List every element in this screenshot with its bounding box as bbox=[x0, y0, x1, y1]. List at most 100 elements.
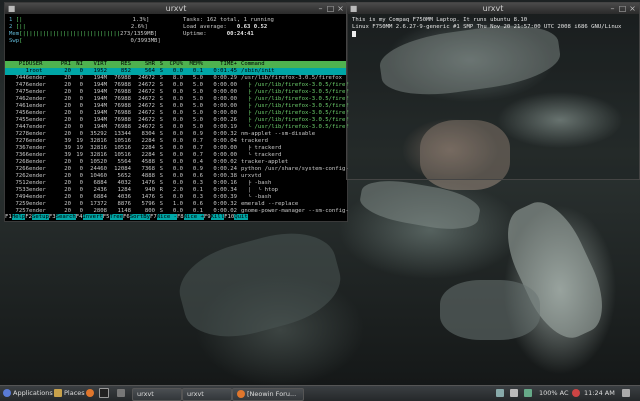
process-row[interactable]: 7456ender 20 0 194M 76988 24672 S 0.0 5.0 0:00.00… bbox=[5, 110, 349, 117]
column-header[interactable]: VIRT bbox=[83, 61, 107, 68]
column-header[interactable]: USER bbox=[29, 61, 57, 68]
firefox-launcher[interactable] bbox=[86, 388, 96, 399]
fkey-label[interactable]: Tree bbox=[109, 214, 123, 220]
power-icon[interactable] bbox=[572, 388, 582, 399]
process-row[interactable]: 7259ender 20 0 17372 8876 5796 S 1.0 0.6 0:00.32 e… bbox=[5, 201, 347, 208]
fkey-label[interactable]: Setup bbox=[31, 214, 49, 220]
process-cell: 76988 bbox=[114, 124, 131, 130]
column-header[interactable]: PRI bbox=[57, 61, 71, 68]
process-row[interactable]: 7266ender 20 0 24460 12084 7368 S 0.0 0.9 0:00.24… bbox=[5, 166, 349, 173]
clock[interactable]: 11:24 AM bbox=[584, 388, 615, 399]
fkey-label[interactable]: Search bbox=[55, 214, 76, 220]
htop-body[interactable]: 1 [| 1.3%] 2 [|| 2.6%] Mem[|||||||||||||||… bbox=[5, 14, 349, 221]
fkey-f2[interactable]: F2 bbox=[25, 214, 32, 220]
process-cell: 2284 bbox=[141, 145, 155, 151]
window-menu-icon[interactable]: ■ bbox=[349, 4, 358, 13]
process-row[interactable]: 7462ender 20 0 194M 76988 24672 S 0.0 5.0 0:00.00… bbox=[5, 96, 349, 103]
minimize-icon[interactable]: – bbox=[316, 4, 325, 13]
process-row[interactable]: 7494ender 20 0 6884 4036 1476 S 0.0 0.3 0:00.39 └… bbox=[5, 194, 347, 201]
minimize-icon[interactable]: – bbox=[608, 4, 617, 13]
fkey-label[interactable]: Kill bbox=[210, 214, 225, 220]
fkey-label[interactable]: Nice + bbox=[183, 214, 204, 220]
process-row[interactable]: 7461ender 20 0 194M 76988 24672 S 0.0 5.0 0:00.00… bbox=[5, 103, 349, 110]
fkey-f1[interactable]: F1 bbox=[5, 214, 12, 220]
process-row[interactable]: 7476ender 20 0 194M 76988 24672 S 0.0 5.0 0:00.00… bbox=[5, 82, 349, 89]
process-command: │ └ htop bbox=[237, 187, 278, 194]
fkey-f5[interactable]: F5 bbox=[102, 214, 110, 220]
fkey-f9[interactable]: F9 bbox=[203, 214, 211, 220]
process-cell: 7461 bbox=[15, 103, 29, 109]
column-header[interactable]: PID bbox=[5, 61, 29, 68]
process-row[interactable]: 7366ender 39 19 32816 10516 2284 S 0.0 0.7 0:00.0… bbox=[5, 152, 347, 159]
fkey-f7[interactable]: F7 bbox=[149, 214, 157, 220]
fkey-label[interactable]: Nice - bbox=[156, 214, 177, 220]
fkey-label[interactable]: Invert bbox=[82, 214, 103, 220]
process-cell: 32816 bbox=[90, 152, 107, 158]
process-row[interactable]: 7268ender 20 0 10520 5564 4588 S 0.0 0.4 0:00.02 t… bbox=[5, 159, 347, 166]
process-row[interactable]: 7262ender 20 0 10460 5652 4888 S 0.0 0.6 0:00.38 u… bbox=[5, 173, 347, 180]
process-row[interactable]: 7446ender 20 0 194M 76988 24672 S 8.0 5.0 0:00.29… bbox=[5, 75, 347, 82]
process-row[interactable]: 7278ender 20 0 35292 13344 8304 S 0.0 0.9 0:00.32… bbox=[5, 131, 347, 138]
process-cell: 7278 bbox=[15, 131, 29, 137]
process-cell: 8304 bbox=[141, 131, 155, 137]
maximize-icon[interactable]: □ bbox=[326, 4, 335, 13]
htop-terminal-window[interactable]: ■ urxvt – □ × 1 [| 1.3%] 2 [|| 2.6%] Mem[|… bbox=[4, 2, 349, 222]
fkey-f10[interactable]: F10 bbox=[224, 214, 235, 220]
process-row[interactable]: 7512ender 20 0 6884 4032 1476 S 0.0 0.3 0:00.16 ├… bbox=[5, 180, 347, 187]
meter-bar: [| bbox=[15, 17, 23, 23]
network-icon[interactable] bbox=[496, 388, 506, 399]
fkey-f4[interactable]: F4 bbox=[75, 214, 83, 220]
taskbar-task-neowin[interactable]: [Neowin Foru... bbox=[232, 388, 304, 401]
fkey-f3[interactable]: F3 bbox=[48, 214, 56, 220]
column-header[interactable]: SHR bbox=[131, 61, 155, 68]
launcher-icon-slot[interactable] bbox=[117, 388, 127, 399]
close-icon[interactable]: × bbox=[628, 4, 637, 13]
taskbar-task-urxvt-1[interactable]: urxvt bbox=[132, 388, 182, 401]
column-header[interactable]: CPU% bbox=[163, 61, 183, 68]
column-header[interactable]: S bbox=[155, 61, 163, 68]
process-row[interactable]: 7447ender 20 0 194M 76988 24672 S 0.0 5.0 0:00.19… bbox=[5, 124, 349, 131]
process-cell: 20 bbox=[64, 173, 71, 179]
volume-icon[interactable] bbox=[510, 388, 520, 399]
process-row[interactable]: 7276ender 39 19 32816 10516 2284 S 0.0 0.7 0:00.0… bbox=[5, 138, 347, 145]
fkey-f6[interactable]: F6 bbox=[123, 214, 130, 220]
process-row[interactable]: 7475ender 20 0 194M 76988 24672 S 0.0 5.0 0:00.00… bbox=[5, 89, 349, 96]
places-menu[interactable]: Places bbox=[54, 388, 85, 399]
info-window-titlebar[interactable]: ■ urxvt – □ × bbox=[347, 3, 639, 14]
meter-bar: [ bbox=[19, 38, 23, 44]
htop-window-titlebar[interactable]: ■ urxvt – □ × bbox=[5, 3, 347, 14]
terminal-launcher[interactable] bbox=[99, 388, 111, 399]
info-terminal-window[interactable]: ■ urxvt – □ × This is my Compaq F750MM L… bbox=[346, 2, 640, 180]
process-row[interactable]: 7367ender 39 19 32816 10516 2284 S 0.0 0.7 0:00.0… bbox=[5, 145, 347, 152]
process-cell: 20 bbox=[64, 194, 71, 200]
function-key-bar[interactable]: F1HelpF2SetupF3SearchF4InvertF5TreeF6Sor… bbox=[5, 213, 347, 221]
fkey-label[interactable]: SortBy bbox=[129, 214, 150, 220]
close-icon[interactable]: × bbox=[336, 4, 345, 13]
process-row[interactable]: 7455ender 20 0 194M 76988 24672 S 0.0 5.0 0:00.26… bbox=[5, 117, 349, 124]
process-cell: 0.0 bbox=[172, 159, 183, 165]
battery-indicator[interactable]: 100% AC bbox=[539, 388, 569, 399]
column-header[interactable]: NI bbox=[71, 61, 83, 68]
process-table-header[interactable]: PIDUSER PRI NI VIRT RES SHR S CPU% MEM% TIME+ Comm… bbox=[5, 61, 347, 68]
process-row[interactable]: 7533ender 20 0 2436 1284 940 R 2.0 0.1 0:00.34 │ … bbox=[5, 187, 347, 194]
applications-menu[interactable]: Applications bbox=[3, 388, 53, 399]
process-table[interactable]: 1root 20 0 1952 852 564 S 0.0 0.1 0:01.45/sbin/in… bbox=[5, 68, 349, 215]
show-desktop-button[interactable] bbox=[622, 388, 632, 399]
column-header[interactable]: Command bbox=[237, 61, 321, 68]
terminal-output[interactable]: This is my Compaq F750MM Laptop. It runs… bbox=[347, 14, 639, 42]
column-header[interactable]: RES bbox=[107, 61, 131, 68]
fkey-label[interactable]: Quit bbox=[234, 214, 248, 220]
column-header[interactable]: MEM% bbox=[183, 61, 203, 68]
column-header[interactable]: TIME+ bbox=[203, 61, 237, 68]
cpu1-meter: 1 [| 1.3%] bbox=[9, 17, 149, 24]
window-menu-icon[interactable]: ■ bbox=[7, 4, 16, 13]
fkey-label[interactable]: Help bbox=[11, 214, 26, 220]
wireless-icon[interactable] bbox=[524, 388, 534, 399]
process-row[interactable]: 1root 20 0 1952 852 564 S 0.0 0.1 0:01.45/sbin/in… bbox=[5, 68, 347, 75]
process-cell: 0.0 bbox=[172, 180, 183, 186]
process-cell: 194M bbox=[93, 110, 107, 116]
maximize-icon[interactable]: □ bbox=[618, 4, 627, 13]
taskbar-task-urxvt-2[interactable]: urxvt bbox=[182, 388, 232, 401]
fkey-f8[interactable]: F8 bbox=[176, 214, 184, 220]
process-cell: 0 bbox=[79, 68, 83, 74]
